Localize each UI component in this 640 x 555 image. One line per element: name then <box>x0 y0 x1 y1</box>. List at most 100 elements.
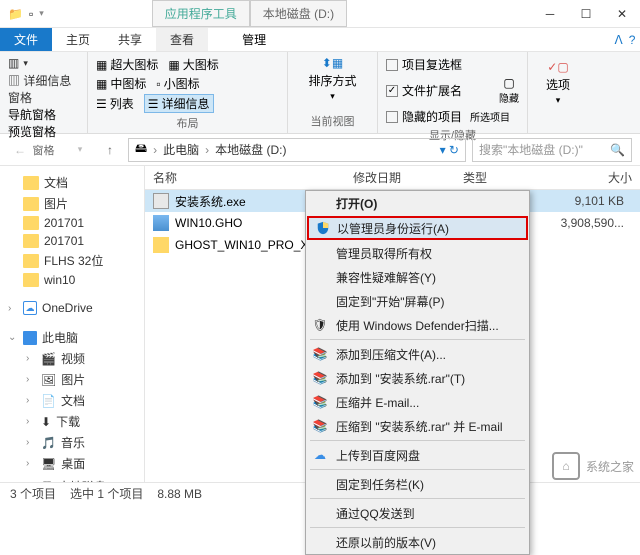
ctx-take-ownership[interactable]: 管理员取得所有权 <box>306 241 529 265</box>
status-size: 8.88 MB <box>157 487 202 501</box>
title-tab-drive: 本地磁盘 (D:) <box>250 0 347 27</box>
address-bar[interactable]: 🖴 › 此电脑 › 本地磁盘 (D:) ▾ ↻ <box>128 138 466 162</box>
ctx-pin-taskbar[interactable]: 固定到任务栏(K) <box>306 472 529 496</box>
close-button[interactable]: ✕ <box>604 0 640 28</box>
layout-details[interactable]: ☰ 详细信息 <box>144 94 214 113</box>
ctx-previous-versions[interactable]: 还原以前的版本(V) <box>306 530 529 554</box>
nav-up-button[interactable]: ↑ <box>98 138 122 162</box>
app-icon: 📁 <box>8 7 23 21</box>
watermark: ⌂ 系统之家 <box>552 452 634 480</box>
status-item-count: 3 个项目 <box>10 485 56 502</box>
minimize-button[interactable]: ─ <box>532 0 568 28</box>
manage-tab[interactable]: 管理 <box>228 28 280 51</box>
tree-pictures[interactable]: ›🖼图片 <box>0 369 144 390</box>
ctx-defender-scan[interactable]: 🛡使用 Windows Defender扫描... <box>306 313 529 337</box>
archive-icon: 📚 <box>312 346 328 362</box>
pc-icon <box>23 331 37 345</box>
col-date[interactable]: 修改日期 <box>345 169 455 186</box>
shield-icon <box>315 220 331 236</box>
qat-icon[interactable]: ▫ <box>29 7 33 21</box>
ctx-compress-email[interactable]: 📚压缩并 E-mail... <box>306 390 529 414</box>
drive-icon: 🖴 <box>135 139 147 160</box>
folder-icon <box>23 176 39 190</box>
desktop-icon: 🖥 <box>41 457 56 471</box>
tree-this-pc[interactable]: ⌄此电脑 <box>0 327 144 348</box>
music-icon: 🎵 <box>41 436 56 450</box>
ctx-add-rar[interactable]: 📚添加到 "安装系统.rar"(T) <box>306 366 529 390</box>
maximize-button[interactable]: ☐ <box>568 0 604 28</box>
ctx-compress-rar-email[interactable]: 📚压缩到 "安装系统.rar" 并 E-mail <box>306 414 529 438</box>
baidu-icon: ☁ <box>312 447 328 463</box>
preview-pane-button[interactable]: ▥ 详细信息窗格 <box>8 72 79 106</box>
view-tab[interactable]: 查看 <box>156 28 208 51</box>
nav-pane-button[interactable]: ▥▾ <box>8 56 79 70</box>
address-bar-row: ← → ▾ ↑ 🖴 › 此电脑 › 本地磁盘 (D:) ▾ ↻ 搜索"本地磁盘 … <box>0 134 640 166</box>
nav-forward-button[interactable]: → <box>38 138 62 162</box>
file-size: 9,101 KB <box>575 194 640 208</box>
fld-icon <box>153 237 169 253</box>
onedrive-icon: ☁ <box>23 301 37 315</box>
folder-icon <box>23 234 39 248</box>
col-type[interactable]: 类型 <box>455 169 535 186</box>
crumb-drive[interactable]: 本地磁盘 (D:) <box>215 141 286 158</box>
status-selected: 选中 1 个项目 <box>70 485 143 502</box>
tree-local-c[interactable]: ›🖴本地磁盘 (C:) <box>0 474 144 482</box>
gho-icon <box>153 215 169 231</box>
watermark-icon: ⌂ <box>552 452 580 480</box>
crumb-this-pc[interactable]: 此电脑 <box>163 141 199 158</box>
downloads-icon: ⬇ <box>41 415 51 429</box>
column-headers[interactable]: 名称 修改日期 类型 大小 <box>145 166 640 190</box>
ctx-upload-baidu[interactable]: ☁上传到百度网盘 <box>306 443 529 467</box>
ribbon: ▥▾ ▥ 详细信息窗格 导航窗格 预览窗格 窗格 ▦ 超大图标 ▦ 大图标 ▦ … <box>0 52 640 134</box>
tree-music[interactable]: ›🎵音乐 <box>0 432 144 453</box>
documents-icon: 📄 <box>41 394 56 408</box>
layout-small[interactable]: ▫ 小图标 <box>156 75 199 92</box>
layout-extra-large[interactable]: ▦ 超大图标 <box>96 56 158 73</box>
nav-tree[interactable]: 文档 图片 201701 201701 FLHS 32位 win10 ›☁One… <box>0 166 145 482</box>
share-tab[interactable]: 共享 <box>104 28 156 51</box>
file-ext-toggle[interactable]: ✓ <box>386 85 398 97</box>
options-button[interactable]: ✓▢ 选项 ▾ <box>546 60 570 106</box>
ctx-open[interactable]: 打开(O) <box>306 191 529 215</box>
titlebar: 📁 ▫ ▾ 应用程序工具 本地磁盘 (D:) ─ ☐ ✕ <box>0 0 640 28</box>
ctx-troubleshoot[interactable]: 兼容性疑难解答(Y) <box>306 265 529 289</box>
archive-icon: 📚 <box>312 418 328 434</box>
layout-large[interactable]: ▦ 大图标 <box>168 56 218 73</box>
layout-list[interactable]: ☰ 列表 <box>96 95 134 112</box>
file-tab[interactable]: 文件 <box>0 28 52 51</box>
tree-video[interactable]: ›🎬视频 <box>0 348 144 369</box>
tree-documents[interactable]: ›📄文档 <box>0 390 144 411</box>
ctx-qq-send[interactable]: 通过QQ发送到 <box>306 501 529 525</box>
video-icon: 🎬 <box>41 352 56 366</box>
tree-downloads[interactable]: ›⬇下载 <box>0 411 144 432</box>
folder-icon <box>23 254 39 268</box>
hidden-items-toggle[interactable] <box>386 111 398 123</box>
qat-dropdown-icon[interactable]: ▾ <box>39 8 44 19</box>
archive-icon: 📚 <box>312 394 328 410</box>
folder-icon <box>23 197 39 211</box>
search-input[interactable]: 搜索"本地磁盘 (D:)" 🔍 <box>472 138 632 162</box>
nav-recent-button[interactable]: ▾ <box>68 138 92 162</box>
refresh-button[interactable]: ▾ ↻ <box>440 143 459 157</box>
home-tab[interactable]: 主页 <box>52 28 104 51</box>
context-menu: 打开(O) 以管理员身份运行(A) 管理员取得所有权 兼容性疑难解答(Y) 固定… <box>305 190 530 555</box>
ctx-add-archive[interactable]: 📚添加到压缩文件(A)... <box>306 342 529 366</box>
sort-button[interactable]: ⬍▦ 排序方式 ▾ <box>308 56 356 102</box>
hide-button[interactable]: ▢隐藏 <box>499 76 519 105</box>
col-name[interactable]: 名称 <box>145 169 345 186</box>
pictures-icon: 🖼 <box>41 373 56 387</box>
col-size[interactable]: 大小 <box>535 169 640 186</box>
ctx-run-as-admin[interactable]: 以管理员身份运行(A) <box>307 216 528 240</box>
contextual-tab-tools[interactable]: 应用程序工具 <box>152 0 250 27</box>
defender-icon: 🛡 <box>312 317 328 333</box>
help-button[interactable]: ᐱ? <box>610 28 640 51</box>
item-checkboxes-toggle[interactable] <box>386 59 398 71</box>
file-size: 3,908,590... <box>561 216 640 230</box>
nav-pane-label: 导航窗格 <box>8 106 79 123</box>
tree-onedrive[interactable]: ›☁OneDrive <box>0 299 144 317</box>
tree-desktop[interactable]: ›🖥桌面 <box>0 453 144 474</box>
search-icon[interactable]: 🔍 <box>610 143 625 157</box>
layout-medium[interactable]: ▦ 中图标 <box>96 75 146 92</box>
ctx-pin-start[interactable]: 固定到"开始"屏幕(P) <box>306 289 529 313</box>
nav-back-button[interactable]: ← <box>8 138 32 162</box>
